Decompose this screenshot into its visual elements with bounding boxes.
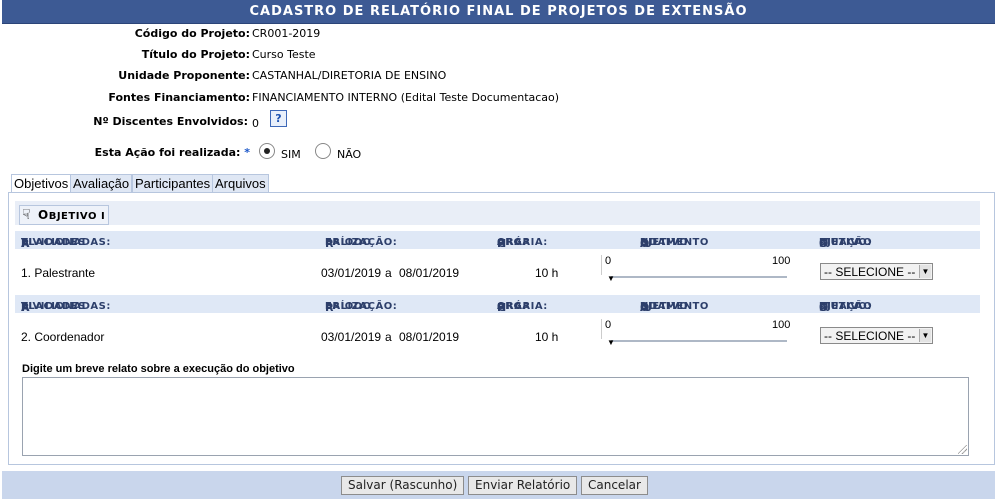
discentes-label: Nº Discentes Envolvidos: xyxy=(93,115,248,128)
activity-end: 08/01/2019 xyxy=(399,266,460,280)
chevron-down-icon: ▼ xyxy=(919,265,931,278)
titulo-label: Título do Projeto: xyxy=(141,48,250,61)
objective-toggle-button[interactable]: ☟ OBJETIVO I xyxy=(19,205,110,225)
required-star: * xyxy=(244,146,250,159)
objetivos-panel: ☟ OBJETIVO I A TIVIDADES R ELACIONADAS: PE… xyxy=(8,192,995,465)
form-footer: Salvar (Rascunho) Enviar Relatório Cance… xyxy=(2,471,995,499)
slider-max: 100 xyxy=(772,319,791,331)
discentes-value: 0 xyxy=(252,117,259,130)
slider-thumb-icon[interactable]: ▼ xyxy=(607,275,615,283)
slider-min: 0 xyxy=(605,319,612,331)
relato-textarea[interactable] xyxy=(22,377,969,456)
tab-avaliacao[interactable]: Avaliação xyxy=(70,174,133,192)
titulo-value: Curso Teste xyxy=(252,48,316,61)
tab-participantes[interactable]: Participantes xyxy=(132,174,214,192)
chevron-down-icon: ▼ xyxy=(919,329,931,342)
resize-grip-icon[interactable] xyxy=(958,445,967,454)
progress-slider[interactable]: 0 100 ▼ xyxy=(601,319,791,349)
slider-max: 100 xyxy=(772,255,791,267)
radio-nao[interactable] xyxy=(315,143,331,159)
slider-thumb-icon[interactable]: ▼ xyxy=(607,339,615,347)
fontes-row: Fontes Financiamento: xyxy=(2,91,250,109)
situacao-select-value: -- SELECIONE -- xyxy=(824,329,916,343)
realizada-row: Esta Ação foi realizada: * xyxy=(2,146,250,164)
fontes-value: FINANCIAMENTO INTERNO (Edital Teste Docu… xyxy=(252,91,560,104)
help-icon[interactable]: ? xyxy=(270,110,287,127)
situacao-select[interactable]: -- SELECIONE -- ▼ xyxy=(820,327,933,344)
radio-sim-label: SIM xyxy=(281,148,301,161)
activity-row: 1. Palestrante 03/01/2019 a 08/01/2019 1… xyxy=(15,251,980,293)
activities-header-1: A TIVIDADES R ELACIONADAS: P ERÍODO R EALIZA… xyxy=(15,231,980,250)
activity-sep: a xyxy=(385,266,392,280)
hand-pointer-icon: ☟ xyxy=(22,207,32,223)
tab-arquivos[interactable]: Arquivos xyxy=(212,174,269,192)
slider-min: 0 xyxy=(605,255,612,267)
send-report-button[interactable]: Enviar Relatório xyxy=(468,476,578,495)
activity-start: 03/01/2019 xyxy=(321,330,382,344)
activities-header-2: A TIVIDADES R ELACIONADAS: P ERÍODO R EALIZA… xyxy=(15,295,980,314)
activity-name: 1. Palestrante xyxy=(21,266,96,280)
codigo-value: CR001-2019 xyxy=(252,27,321,40)
save-draft-button[interactable]: Salvar (Rascunho) xyxy=(341,476,465,495)
situacao-select-value: -- SELECIONE -- xyxy=(824,265,916,279)
discentes-row: Nº Discentes Envolvidos: xyxy=(2,115,248,133)
realizada-label: Esta Ação foi realizada: xyxy=(94,146,241,159)
situacao-select[interactable]: -- SELECIONE -- ▼ xyxy=(820,263,933,280)
codigo-label: Código do Projeto: xyxy=(134,27,250,40)
activity-start: 03/01/2019 xyxy=(321,266,382,280)
unidade-row: Unidade Proponente: xyxy=(2,69,250,87)
codigo-row: Código do Projeto: xyxy=(2,27,250,45)
unidade-value: CASTANHAL/DIRETORIA DE ENSINO xyxy=(252,69,447,82)
objective-header: ☟ OBJETIVO I xyxy=(15,201,980,225)
titulo-row: Título do Projeto: xyxy=(2,48,250,66)
radio-nao-label: NÃO xyxy=(337,148,362,161)
tab-objetivos[interactable]: Objetivos xyxy=(11,174,72,193)
slider-track xyxy=(611,276,787,278)
progress-slider[interactable]: 0 100 ▼ xyxy=(601,255,791,285)
form-window: CADASTRO DE RELATÓRIO FINAL DE PROJETOS … xyxy=(2,0,995,499)
relato-label: Digite um breve relato sobre a execução … xyxy=(22,363,295,375)
activity-name: 2. Coordenador xyxy=(21,330,105,344)
activity-end: 08/01/2019 xyxy=(399,330,460,344)
activity-sep: a xyxy=(385,330,392,344)
form-title: CADASTRO DE RELATÓRIO FINAL DE PROJETOS … xyxy=(2,0,995,24)
cancel-button[interactable]: Cancelar xyxy=(581,476,648,495)
radio-sim[interactable] xyxy=(259,143,275,159)
fontes-label: Fontes Financiamento: xyxy=(108,91,250,104)
activity-row: 2. Coordenador 03/01/2019 a 08/01/2019 1… xyxy=(15,315,980,357)
slider-track xyxy=(611,340,787,342)
unidade-label: Unidade Proponente: xyxy=(118,69,250,82)
activity-hours: 10 h xyxy=(535,330,559,344)
objective-button-text: BJETIVO I xyxy=(48,211,106,222)
activity-hours: 10 h xyxy=(535,266,559,280)
objective-button-initial: O xyxy=(38,208,49,222)
